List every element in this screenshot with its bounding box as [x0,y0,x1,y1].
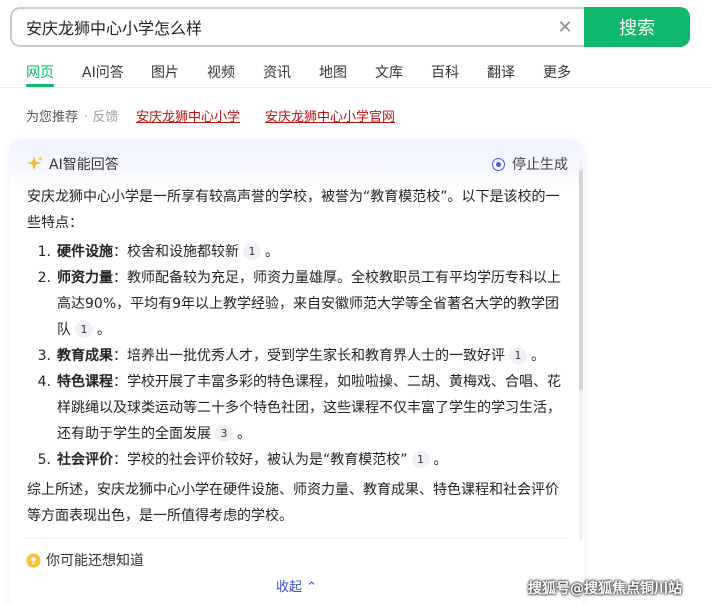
stop-generating-button[interactable]: 停止生成 [492,154,568,174]
list-item-body: ：学校开展了丰富多彩的特色课程，如啦啦操、二胡、黄梅戏、合唱、花样跳绳以及球类运… [57,374,561,442]
search-bar: ✕ 搜索 [10,7,690,47]
list-item-title: 硬件设施 [57,244,113,260]
citation-badge[interactable]: 1 [75,321,93,338]
list-item-title: 特色课程 [57,374,113,390]
search-button[interactable]: 搜索 [584,7,690,47]
list-item-body: ：校舍和设施都较新 [113,244,239,260]
related-questions-header[interactable]: 你可能还想知道 [26,550,144,570]
list-item-body: ：学校的社会评价较好，被认为是“教育模范校” [113,452,408,468]
ai-answer-header: AI智能回答 [26,154,119,174]
close-icon[interactable]: ✕ [554,16,576,38]
ai-answer-summary: 综上所述，安庆龙狮中心小学在硬件设施、师资力量、教育成果、特色课程和社会评价等方… [27,482,559,524]
list-item-number: 4. [37,374,51,390]
tab-encyclopedia[interactable]: 百科 [431,62,459,82]
search-tabs: 网页 AI问答 图片 视频 资讯 地图 文库 百科 翻译 更多 [0,56,712,88]
list-item-end: 。 [237,426,251,442]
tab-images[interactable]: 图片 [151,62,179,82]
list-item-end: 。 [531,348,545,364]
list-item-text: 师资力量：教师配备较为充足，师资力量雄厚。全校教职员工有平均学历专科以上高达90… [57,265,567,343]
list-item-title: 师资力量 [57,270,113,286]
tab-web[interactable]: 网页 [26,62,54,82]
list-item-number: 2. [37,270,51,286]
recommend-link-official-site[interactable]: 安庆龙狮中心小学官网 [265,106,395,125]
recommend-row: 为您推荐 · 反馈 [26,106,118,125]
list-item-body: ：教师配备较为充足，师资力量雄厚。全校教职员工有平均学历专科以上高达90%，平均… [57,270,561,338]
list-item-text: 社会评价：学校的社会评价较好，被认为是“教育模范校” 1。 [57,447,567,473]
list-item-number: 1. [37,244,51,260]
feedback-link[interactable]: · 反馈 [84,110,118,125]
stop-generating-label: 停止生成 [512,157,568,173]
citation-badge[interactable]: 1 [243,243,261,260]
ai-answer-panel: AI智能回答 停止生成 安庆龙狮中心小学是一所享有较高声誉的学校，被誉为“教育模… [10,140,584,606]
citation-badge[interactable]: 1 [411,451,430,468]
watermark: 搜狐号@搜狐焦点铜川站 [528,581,682,597]
list-item-text: 特色课程：学校开展了丰富多彩的特色课程，如啦啦操、二胡、黄梅戏、合唱、花样跳绳以… [57,369,567,447]
citation-badge[interactable]: 1 [509,347,527,364]
list-item-number: 3. [37,348,51,364]
ai-answer-list: 1. 硬件设施：校舍和设施都较新 1。 2. 师资力量：教师配备较为充足，师资力量… [27,239,567,473]
list-item-title: 教育成果 [57,348,113,364]
panel-scrollbar-thumb[interactable] [579,170,583,390]
list-item-number: 5. [37,452,51,468]
search-input[interactable] [26,17,554,37]
list-item: 1. 硬件设施：校舍和设施都较新 1。 [27,239,567,265]
tab-ai-qa[interactable]: AI问答 [82,62,124,82]
collapse-button[interactable]: 收起 ⌃ [276,576,317,595]
list-item: 5. 社会评价：学校的社会评价较好，被认为是“教育模范校” 1。 [27,447,567,473]
recommend-label: 为您推荐 [26,110,79,125]
list-item-end: 。 [97,322,111,338]
ai-answer-title: AI智能回答 [49,157,119,173]
sparkle-icon [26,155,44,171]
tab-more[interactable]: 更多 [543,62,571,82]
list-item-end: 。 [265,244,279,260]
ai-answer-body: 安庆龙狮中心小学是一所享有较高声誉的学校，被誉为“教育模范校”。以下是该校的一些… [27,184,567,529]
tab-news[interactable]: 资讯 [263,62,291,82]
tab-videos[interactable]: 视频 [207,62,235,82]
search-box[interactable]: ✕ [10,7,584,47]
active-tab-indicator [26,84,54,87]
list-item-text: 教育成果：培养出一批优秀人才，受到学生家长和教育界人士的一致好评 1。 [57,343,567,369]
list-item-text: 硬件设施：校舍和设施都较新 1。 [57,239,567,265]
ai-answer-intro: 安庆龙狮中心小学是一所享有较高声誉的学校，被誉为“教育模范校”。以下是该校的一些… [27,189,560,231]
panel-divider [26,538,566,539]
tab-maps[interactable]: 地图 [319,62,347,82]
list-item-title: 社会评价 [57,452,113,468]
list-item: 3. 教育成果：培养出一批优秀人才，受到学生家长和教育界人士的一致好评 1。 [27,343,567,369]
list-item-end: 。 [433,452,448,468]
citation-badge[interactable]: 3 [215,425,233,442]
tab-library[interactable]: 文库 [375,62,403,82]
list-item: 2. 师资力量：教师配备较为充足，师资力量雄厚。全校教职员工有平均学历专科以上高… [27,265,567,343]
tab-translate[interactable]: 翻译 [487,62,515,82]
list-item: 4. 特色课程：学校开展了丰富多彩的特色课程，如啦啦操、二胡、黄梅戏、合唱、花样… [27,369,567,447]
list-item-body: ：培养出一批优秀人才，受到学生家长和教育界人士的一致好评 [113,348,505,364]
recommend-link-school[interactable]: 安庆龙狮中心小学 [136,106,240,125]
lightbulb-icon [26,552,41,568]
related-questions-label: 你可能还想知道 [46,553,144,569]
stop-icon [492,157,505,171]
